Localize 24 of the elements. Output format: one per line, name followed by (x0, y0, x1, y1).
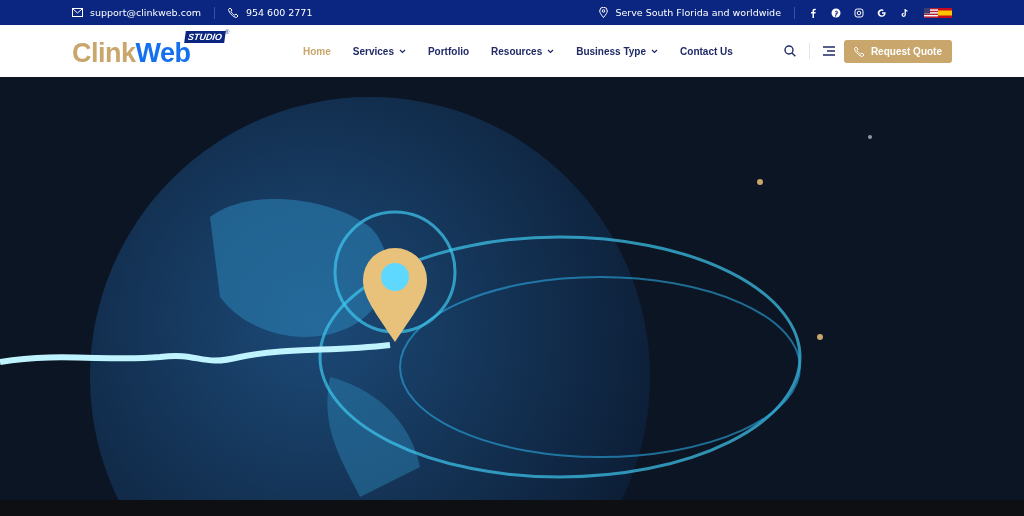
email-link[interactable]: support@clinkweb.com (90, 7, 201, 18)
phone-icon (853, 45, 865, 57)
search-icon[interactable] (783, 45, 796, 57)
nav-link[interactable]: Contact Us (669, 45, 744, 57)
phone-icon (227, 7, 239, 18)
nav-link[interactable]: Business Type (565, 45, 670, 57)
nav-link[interactable]: Portfolio (416, 45, 481, 57)
location-text: Serve South Florida and worldwide (615, 7, 781, 18)
facebook-icon[interactable] (808, 7, 818, 18)
pinterest-icon[interactable] (831, 7, 841, 18)
instagram-icon[interactable] (854, 7, 864, 18)
location-pin-icon (599, 7, 609, 18)
logo-badge: STUDIO (184, 31, 226, 43)
phone-link[interactable]: 954 600 2771 (245, 7, 313, 18)
mail-icon (72, 8, 83, 17)
nav-link[interactable]: Resources (480, 45, 566, 57)
nav-link[interactable]: Services (341, 45, 417, 57)
logo-text: Web (135, 40, 191, 67)
tiktok-icon[interactable] (900, 7, 910, 18)
logo-text: Clink (72, 40, 136, 67)
spain-flag-icon[interactable] (938, 7, 952, 18)
menu-icon[interactable] (822, 46, 835, 56)
us-flag-icon[interactable] (924, 7, 938, 18)
google-icon[interactable] (877, 7, 887, 18)
